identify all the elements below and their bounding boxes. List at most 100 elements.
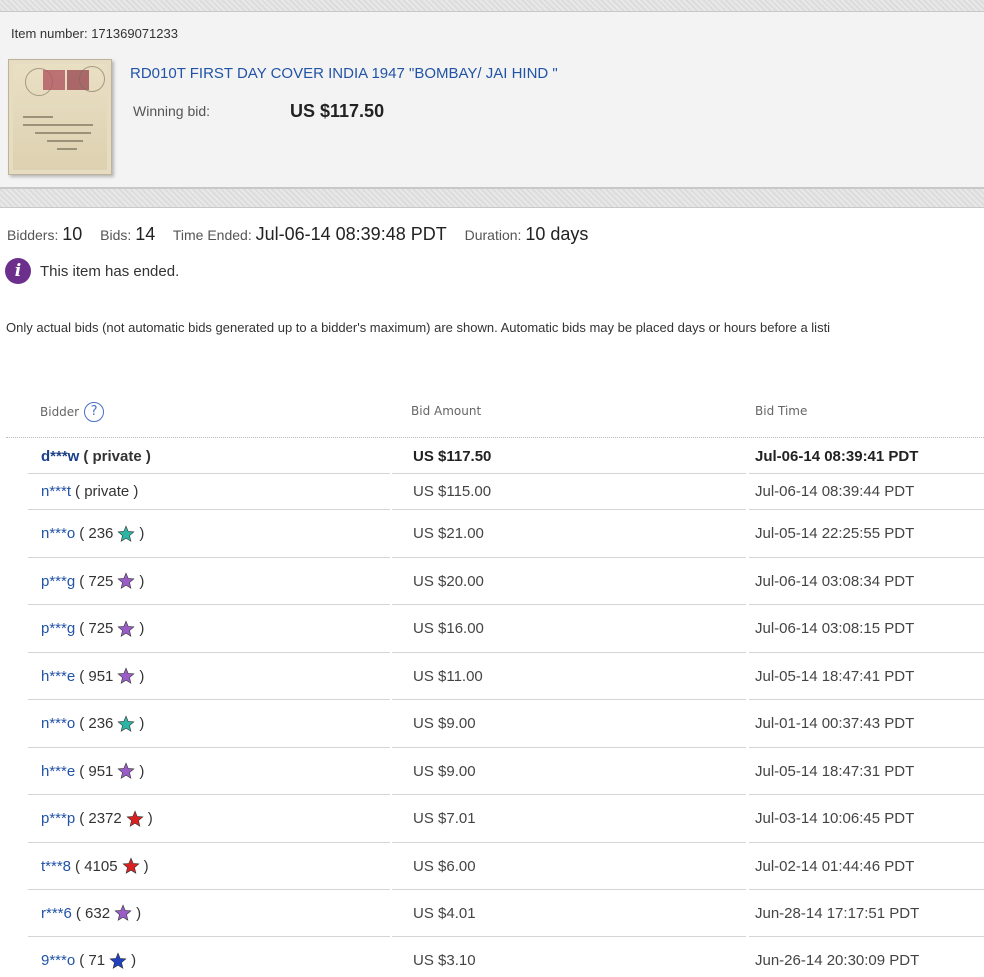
item-thumbnail[interactable] xyxy=(8,59,112,175)
duration-label: Duration: xyxy=(464,227,522,243)
bid-time: Jul-06-14 03:08:15 PDT xyxy=(749,605,984,653)
bid-amount: US $3.10 xyxy=(392,937,746,977)
table-row: n***t( private ) US $115.00 Jul-06-14 08:3… xyxy=(6,474,984,510)
bidder-feedback: ( 951) xyxy=(79,667,144,685)
auction-stats: Bidders: 10 Bids: 14 Time Ended: Jul-06-… xyxy=(7,224,602,245)
bid-amount: US $7.01 xyxy=(392,795,746,843)
bid-time: Jul-01-14 00:37:43 PDT xyxy=(749,700,984,748)
winning-bid-value: US $117.50 xyxy=(290,101,385,121)
bidders-value: 10 xyxy=(62,224,83,244)
bidder-feedback: ( private ) xyxy=(75,483,138,500)
item-title-link[interactable]: RD010T FIRST DAY COVER INDIA 1947 "BOMBA… xyxy=(130,65,558,82)
feedback-close: ) xyxy=(131,952,137,969)
bid-time: Jul-02-14 01:44:46 PDT xyxy=(749,843,984,890)
feedback-star-icon[interactable] xyxy=(121,857,140,875)
bidder-feedback: ( 4105) xyxy=(75,857,149,875)
feedback-star-icon[interactable] xyxy=(117,762,136,780)
help-icon[interactable]: ? xyxy=(84,402,105,422)
table-row: p***g( 725) US $20.00 Jul-06-14 03:08:34 P… xyxy=(6,558,984,605)
bid-amount: US $21.00 xyxy=(392,510,746,558)
feedback-star-icon[interactable] xyxy=(117,714,136,733)
bidder-feedback: ( 951) xyxy=(79,762,144,780)
feedback-star-icon[interactable] xyxy=(117,619,136,638)
bidder-name-link[interactable]: p***g xyxy=(41,620,75,637)
table-row: r***6( 632) US $4.01 Jun-28-14 17:17:51 PD… xyxy=(6,890,984,937)
bidder-cell: n***o( 236) xyxy=(28,700,390,748)
table-row: 9***o( 71) US $3.10 Jun-26-14 20:30:09 PDT xyxy=(6,937,984,977)
feedback-close: ) xyxy=(139,572,145,590)
item-summary-panel: Item number: 171369071233 RD010T FIRST D… xyxy=(0,12,984,188)
bidder-cell: n***t( private ) xyxy=(28,474,390,510)
bidders-label: Bidders: xyxy=(7,227,59,243)
feedback-score: ( 236 xyxy=(79,525,114,542)
bidder-name-link[interactable]: 9***o xyxy=(41,952,75,969)
bidder-name-link[interactable]: r***6 xyxy=(41,905,72,922)
bidder-cell: r***6( 632) xyxy=(28,890,390,937)
bid-amount: US $11.00 xyxy=(392,653,746,700)
bid-time: Jul-05-14 18:47:31 PDT xyxy=(749,748,984,795)
bidder-feedback: ( 236) xyxy=(79,714,145,733)
bidder-cell: h***e( 951) xyxy=(28,653,390,700)
feedback-close: ) xyxy=(139,762,145,780)
feedback-close: ) xyxy=(147,810,153,827)
bid-time: Jun-28-14 17:17:51 PDT xyxy=(749,890,984,937)
bidder-name-link[interactable]: p***g xyxy=(41,573,75,590)
bids-note: Only actual bids (not automatic bids gen… xyxy=(6,320,831,335)
middle-pattern-strip xyxy=(0,188,984,208)
bidder-feedback: ( 725) xyxy=(79,619,145,638)
bids-label: Bids: xyxy=(100,227,132,243)
bid-amount: US $117.50 xyxy=(392,439,746,474)
bid-time-column-header: Bid Time xyxy=(755,404,808,418)
feedback-close: ) xyxy=(139,715,145,732)
table-row: n***o( 236) US $9.00 Jul-01-14 00:37:43 PD… xyxy=(6,700,984,748)
bidder-name-link[interactable]: t***8 xyxy=(41,858,71,875)
bidder-cell: n***o( 236) xyxy=(28,510,390,558)
feedback-star-icon[interactable] xyxy=(114,904,132,922)
time-ended-value: Jul-06-14 08:39:48 PDT xyxy=(255,224,447,244)
feedback-close: ) xyxy=(139,667,145,685)
feedback-score: ( 951 xyxy=(79,762,114,780)
table-row: p***g( 725) US $16.00 Jul-06-14 03:08:15 P… xyxy=(6,605,984,653)
feedback-score: ( 71 xyxy=(79,952,106,969)
bid-amount: US $115.00 xyxy=(392,474,746,510)
bidder-cell: d***w( private ) xyxy=(28,439,390,474)
table-row: t***8( 4105) US $6.00 Jul-02-14 01:44:46 P… xyxy=(6,843,984,890)
bidder-name-link[interactable]: h***e xyxy=(41,763,75,780)
bidder-cell: p***p( 2372) xyxy=(28,795,390,843)
feedback-close: ) xyxy=(139,620,145,637)
bid-time: Jun-26-14 20:30:09 PDT xyxy=(749,937,984,977)
bidder-name-link[interactable]: n***t xyxy=(41,483,71,500)
bid-history-header: Bidder ? Bid Amount Bid Time xyxy=(6,396,984,438)
winning-bid-label: Winning bid: xyxy=(133,103,211,119)
table-row: d***w( private ) US $117.50 Jul-06-14 08:3… xyxy=(6,439,984,474)
feedback-star-icon[interactable] xyxy=(109,951,127,970)
item-number: Item number: 171369071233 xyxy=(11,26,178,41)
bidder-header-label: Bidder xyxy=(40,405,80,419)
item-ended-status: i This item has ended. xyxy=(5,257,179,285)
bidder-name-link[interactable]: n***o xyxy=(41,715,75,732)
feedback-score: ( 4105 xyxy=(75,857,118,875)
bidder-cell: p***g( 725) xyxy=(28,558,390,605)
feedback-star-icon[interactable] xyxy=(117,524,136,543)
table-row: h***e( 951) US $11.00 Jul-05-14 18:47:41 P… xyxy=(6,653,984,700)
top-pattern-strip xyxy=(0,0,984,12)
item-ended-message: This item has ended. xyxy=(40,262,180,280)
feedback-score: ( private ) xyxy=(75,483,139,500)
feedback-star-icon[interactable] xyxy=(117,667,136,685)
info-icon: i xyxy=(5,258,31,284)
bidder-name-link[interactable]: h***e xyxy=(41,668,75,685)
bidder-name-link[interactable]: p***p xyxy=(41,810,75,827)
bid-amount: US $9.00 xyxy=(392,748,746,795)
bid-history-table: d***w( private ) US $117.50 Jul-06-14 08:3… xyxy=(6,439,984,977)
feedback-score: ( private ) xyxy=(83,447,151,465)
feedback-star-icon[interactable] xyxy=(117,572,136,590)
bidder-cell: h***e( 951) xyxy=(28,748,390,795)
bidder-name-link[interactable]: d***w xyxy=(41,448,79,465)
bidder-cell: p***g( 725) xyxy=(28,605,390,653)
bid-amount: US $6.00 xyxy=(392,843,746,890)
bid-amount: US $9.00 xyxy=(392,700,746,748)
table-row: n***o( 236) US $21.00 Jul-05-14 22:25:55 P… xyxy=(6,510,984,558)
bidder-name-link[interactable]: n***o xyxy=(41,525,75,542)
feedback-score: ( 951 xyxy=(79,667,114,685)
feedback-star-icon[interactable] xyxy=(126,809,144,828)
